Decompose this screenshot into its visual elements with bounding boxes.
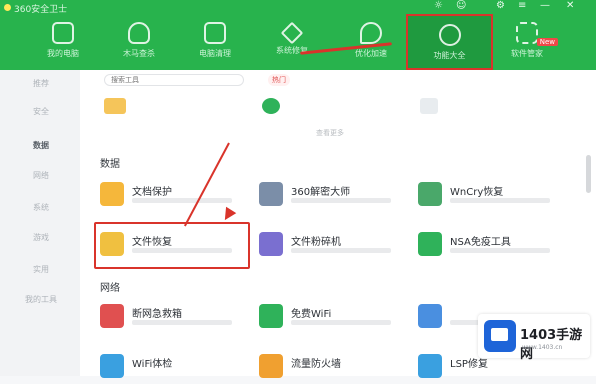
hot-chip[interactable]: 热门 xyxy=(268,74,290,86)
search-row: 热门 xyxy=(104,74,580,88)
decrypt-icon xyxy=(259,182,283,206)
wifi-check-icon xyxy=(100,354,124,378)
wrench-icon xyxy=(280,21,304,45)
new-badge: New xyxy=(536,38,558,46)
rocket-icon xyxy=(360,22,382,44)
watermark: 1403手游网 www.1403.cn xyxy=(478,314,590,362)
shield-icon xyxy=(128,22,150,44)
firewall-icon xyxy=(259,354,283,378)
nav-trojan-scan[interactable]: 木马查杀 xyxy=(104,14,174,68)
app-icon xyxy=(418,304,442,328)
wifi-icon xyxy=(259,304,283,328)
nav-cleanup[interactable]: 电脑清理 xyxy=(180,14,250,68)
show-more-divider[interactable]: 查看更多 xyxy=(316,128,344,138)
nav-software-manager[interactable]: 软件管家 New xyxy=(492,14,562,68)
toolbox-icon xyxy=(438,24,461,46)
tool-card[interactable]: WnCry恢复 xyxy=(418,178,558,212)
section-title-network: 网络 xyxy=(100,283,120,294)
nsa-shield-icon xyxy=(418,232,442,256)
folder-icon xyxy=(100,182,124,206)
description-placeholder xyxy=(291,248,391,253)
close-icon[interactable]: ✕ xyxy=(566,0,574,11)
settings-icon[interactable]: ⚙ xyxy=(496,0,505,11)
app-icon xyxy=(420,98,438,114)
shredder-icon xyxy=(259,232,283,256)
tool-card[interactable]: 360解密大师 xyxy=(259,178,399,212)
app-icon xyxy=(262,98,280,114)
broom-icon xyxy=(204,22,226,44)
description-placeholder xyxy=(132,320,232,325)
nav-repair[interactable]: 系统修复 xyxy=(257,14,327,68)
sidebar-item-network[interactable]: 网络 xyxy=(8,170,74,181)
minimize-icon[interactable]: — xyxy=(540,0,550,11)
description-placeholder xyxy=(132,198,232,203)
sidebar-item-games[interactable]: 游戏 xyxy=(8,232,74,243)
watermark-brand: 1403手游网 xyxy=(520,328,583,362)
tool-card[interactable]: 免费WiFi xyxy=(259,300,399,334)
folder-icon xyxy=(104,98,126,114)
sidebar: 推荐 安全 数据 网络 系统 游戏 实用 我的工具 xyxy=(0,70,80,376)
tool-card[interactable]: NSA免疫工具 xyxy=(418,228,558,262)
apps-icon xyxy=(516,22,538,44)
app-logo-icon xyxy=(4,4,11,11)
skin-icon[interactable]: ☼ xyxy=(434,0,443,11)
sidebar-item-security[interactable]: 安全 xyxy=(8,106,74,117)
tool-card[interactable]: WiFi体检 xyxy=(100,350,240,384)
description-placeholder xyxy=(450,198,550,203)
watermark-url: www.1403.cn xyxy=(522,344,563,351)
sidebar-item-system[interactable]: 系统 xyxy=(8,202,74,213)
tool-card[interactable]: 断网急救箱 xyxy=(100,300,240,334)
wncry-icon xyxy=(418,182,442,206)
nav-my-computer[interactable]: 我的电脑 xyxy=(28,14,98,68)
main-nav: 我的电脑 木马查杀 电脑清理 系统修复 优化加速 功能大全 软件管家 New xyxy=(0,14,596,70)
tool-card[interactable]: 文件粉碎机 xyxy=(259,228,399,262)
tool-card[interactable]: 文档保护 xyxy=(100,178,240,212)
nav-toolbox[interactable]: 功能大全 xyxy=(406,14,493,70)
watermark-logo-icon xyxy=(484,320,516,352)
sidebar-item-recommend[interactable]: 推荐 xyxy=(8,78,74,89)
user-icon[interactable]: ☺ xyxy=(456,0,466,11)
section-title-data: 数据 xyxy=(100,159,120,170)
description-placeholder xyxy=(291,198,391,203)
sidebar-item-my-tools[interactable]: 我的工具 xyxy=(8,294,74,305)
monitor-icon xyxy=(52,22,74,44)
sidebar-item-utilities[interactable]: 实用 xyxy=(8,264,74,275)
search-input[interactable] xyxy=(104,74,244,86)
first-aid-icon xyxy=(100,304,124,328)
sidebar-item-data[interactable]: 数据 xyxy=(8,140,74,151)
description-placeholder xyxy=(450,248,550,253)
menu-icon[interactable]: ≡ xyxy=(518,0,526,11)
lsp-icon xyxy=(418,354,442,378)
nav-speedup[interactable]: 优化加速 xyxy=(336,14,406,68)
tool-card[interactable]: 流量防火墙 xyxy=(259,350,399,384)
scrollbar[interactable] xyxy=(586,155,591,193)
annotation-highlight-box xyxy=(94,222,250,269)
top-bar: 360安全卫士 ☼ ☺ ⚙ ≡ — ✕ 我的电脑 木马查杀 电脑清理 系统修复 … xyxy=(0,0,596,70)
description-placeholder xyxy=(291,320,391,325)
